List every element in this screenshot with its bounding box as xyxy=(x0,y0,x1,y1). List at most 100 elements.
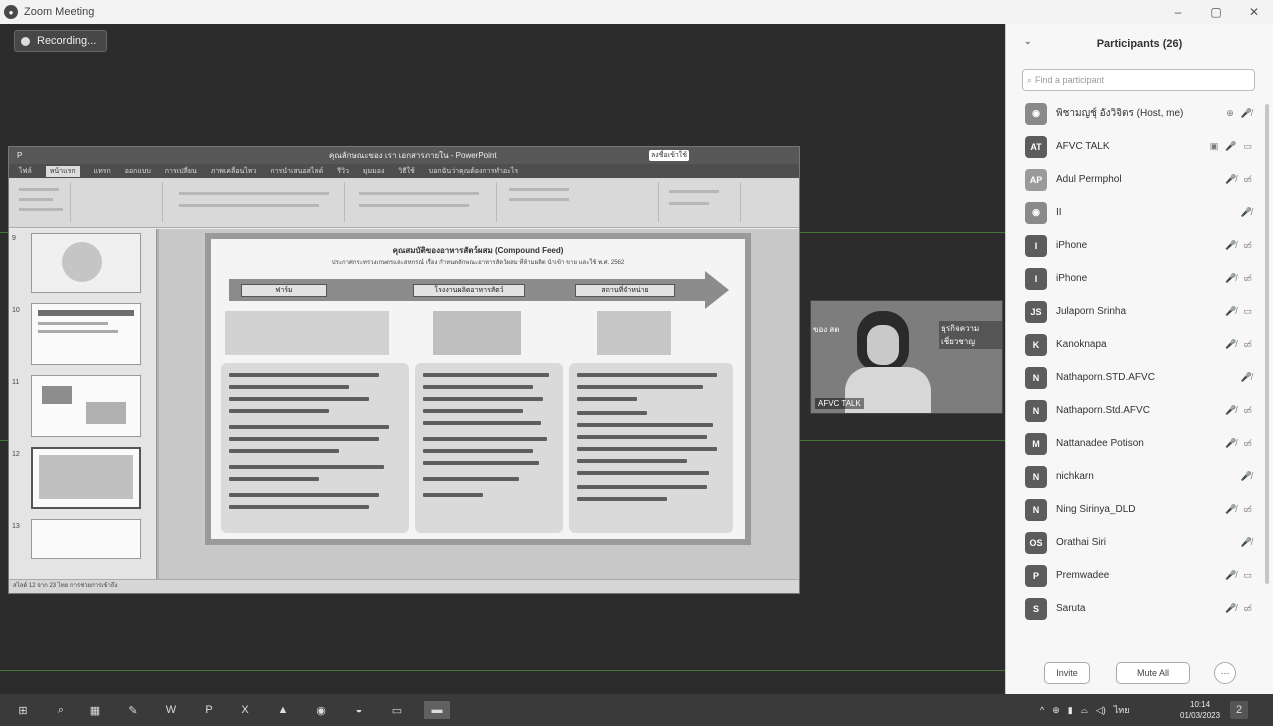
ppt-tab[interactable]: แทรก xyxy=(94,166,111,177)
video-off-icon[interactable]: ▭̸ xyxy=(1243,504,1252,515)
video-off-icon[interactable]: ▭̸ xyxy=(1243,339,1252,350)
mic-muted-icon[interactable]: 🎤̸ xyxy=(1241,108,1252,119)
ppt-tab[interactable]: การนำเสนอสไลด์ xyxy=(270,166,323,177)
participant-row[interactable]: ◉ II 🎤̸ xyxy=(1006,196,1273,229)
ppt-tab[interactable]: วิธีใช้ xyxy=(398,166,414,177)
speaker-video[interactable]: ของ สต ธุรกิจความเชี่ยวชาญ AFVC TALK xyxy=(810,300,1003,414)
slide-thumbnail-selected[interactable] xyxy=(31,447,141,509)
photos-icon[interactable]: ▲ xyxy=(274,701,292,719)
participant-list-scrollbar[interactable] xyxy=(1265,104,1269,584)
mic-muted-icon[interactable]: 🎤̸ xyxy=(1225,273,1236,284)
mic-muted-icon[interactable]: 🎤̸ xyxy=(1225,339,1236,350)
mic-muted-icon[interactable]: 🎤̸ xyxy=(1225,174,1236,185)
start-icon[interactable]: ⊞ xyxy=(14,701,32,719)
ppt-tab[interactable]: มุมมอง xyxy=(363,166,384,177)
ppt-signin-button[interactable]: ลงชื่อเข้าใช้ xyxy=(649,150,689,161)
participant-row[interactable]: AP Adul Permphol 🎤̸ ▭̸ xyxy=(1006,163,1273,196)
participant-row[interactable]: Nnichkarn 🎤̸ xyxy=(1006,460,1273,493)
close-button[interactable]: ✕ xyxy=(1235,0,1273,24)
zoom-icon[interactable]: ▬ xyxy=(424,701,450,719)
powerpoint-icon[interactable]: P xyxy=(200,701,218,719)
participant-search-input[interactable]: ⌕ Find a participant xyxy=(1022,69,1255,91)
volume-icon[interactable]: ◁) xyxy=(1096,705,1106,716)
ppt-tab[interactable]: ออกแบบ xyxy=(125,166,151,177)
video-off-icon[interactable]: ▭̸ xyxy=(1243,603,1252,614)
mic-muted-icon[interactable]: 🎤̸ xyxy=(1241,207,1252,218)
ppt-tab[interactable]: การเปลี่ยน xyxy=(165,166,197,177)
slide-thumbnail[interactable] xyxy=(31,375,141,437)
calculator-icon[interactable]: ▦ xyxy=(86,701,104,719)
host-icon[interactable]: ⊕ xyxy=(1226,108,1234,119)
invite-button[interactable]: Invite xyxy=(1044,662,1090,684)
participant-status-icons: 🎤̸ xyxy=(1241,471,1252,482)
chevron-down-icon[interactable]: ⌄ xyxy=(1024,36,1032,47)
mic-icon[interactable]: 🎤 xyxy=(1225,141,1236,152)
explorer-icon[interactable]: ▭ xyxy=(388,701,406,719)
participant-row[interactable]: K Kanoknapa 🎤̸ ▭̸ xyxy=(1006,328,1273,361)
mic-muted-icon[interactable]: 🎤̸ xyxy=(1225,504,1236,515)
minimize-button[interactable]: – xyxy=(1159,0,1197,24)
video-off-icon[interactable]: ▭̸ xyxy=(1243,405,1252,416)
video-off-icon[interactable]: ▭̸ xyxy=(1243,273,1252,284)
chrome-icon[interactable]: ◉ xyxy=(312,701,330,719)
video-off-icon[interactable]: ▭̸ xyxy=(1243,240,1252,251)
video-icon[interactable]: ▭ xyxy=(1243,570,1252,581)
slide-number: 12 xyxy=(12,451,20,458)
video-off-icon[interactable]: ▭̸ xyxy=(1243,438,1252,449)
participant-row[interactable]: P Premwadee 🎤̸ ▭ xyxy=(1006,559,1273,592)
taskbar-clock[interactable]: 10:14 01/03/2023 xyxy=(1180,699,1220,721)
participants-title: Participants (26) xyxy=(1096,38,1183,50)
participant-row[interactable]: IiPhone 🎤̸ ▭̸ xyxy=(1006,262,1273,295)
screen-share-icon[interactable]: ▣ xyxy=(1210,141,1219,152)
slide-thumbnail[interactable] xyxy=(31,303,141,365)
paint-icon[interactable]: ✎ xyxy=(124,701,142,719)
wifi-icon[interactable]: ⌓ xyxy=(1081,705,1088,716)
participant-row[interactable]: N Nathaporn.STD.AFVC 🎤̸ xyxy=(1006,361,1273,394)
participant-row[interactable]: JS Julaporn Srinha 🎤̸ ▭ xyxy=(1006,295,1273,328)
participant-row[interactable]: N Nathaporn.Std.AFVC 🎤̸ ▭̸ xyxy=(1006,394,1273,427)
mute-all-button[interactable]: Mute All xyxy=(1116,662,1190,684)
participant-row[interactable]: M Nattanadee Potison 🎤̸ ▭̸ xyxy=(1006,427,1273,460)
line-icon[interactable]: ◒ xyxy=(350,701,368,719)
maximize-button[interactable]: ▢ xyxy=(1197,0,1235,24)
shared-screen[interactable]: P คุณลักษณะของ เรา เอกสารภายใน - PowerPo… xyxy=(8,146,800,594)
chevron-up-icon[interactable]: ^ xyxy=(1040,705,1044,715)
ppt-tab[interactable]: รีวิว xyxy=(337,166,349,177)
mic-muted-icon[interactable]: 🎤̸ xyxy=(1225,603,1236,614)
participant-row[interactable]: S Saruta 🎤̸ ▭̸ xyxy=(1006,592,1273,625)
participant-row[interactable]: N Ning Sirinya_DLD 🎤̸ ▭̸ xyxy=(1006,493,1273,526)
mic-muted-icon[interactable]: 🎤̸ xyxy=(1225,570,1236,581)
participant-row[interactable]: IiPhone 🎤̸ ▭̸ xyxy=(1006,229,1273,262)
participant-row[interactable]: AT AFVC TALK ▣ 🎤 ▭ xyxy=(1006,130,1273,163)
video-icon[interactable]: ▭ xyxy=(1243,141,1252,152)
mic-muted-icon[interactable]: 🎤̸ xyxy=(1241,372,1252,383)
ppt-tab[interactable]: ภาพเคลื่อนไหว xyxy=(211,166,257,177)
word-icon[interactable]: W xyxy=(162,701,180,719)
ppt-tell-me[interactable]: บอกฉันว่าคุณต้องการทำอะไร xyxy=(429,166,518,177)
mic-muted-icon[interactable]: 🎤̸ xyxy=(1241,537,1252,548)
search-icon[interactable]: ⌕ xyxy=(52,701,70,719)
slide-thumbnail[interactable] xyxy=(31,519,141,559)
mic-muted-icon[interactable]: 🎤̸ xyxy=(1225,240,1236,251)
ribbon-control xyxy=(509,198,569,201)
notifications-icon[interactable]: 2 xyxy=(1230,701,1248,719)
ppt-tab[interactable]: ไฟล์ xyxy=(19,166,32,177)
participant-row[interactable]: ◉ พิชามญชุ์ อังวิจิตร (Host, me) ⊕ 🎤̸ xyxy=(1006,97,1273,130)
excel-icon[interactable]: X xyxy=(236,701,254,719)
mic-muted-icon[interactable]: 🎤̸ xyxy=(1225,438,1236,449)
mic-muted-icon[interactable]: 🎤̸ xyxy=(1225,306,1236,317)
video-icon[interactable]: ▭ xyxy=(1243,306,1252,317)
network-icon[interactable]: ⊕ xyxy=(1052,705,1060,716)
speaker-face xyxy=(867,325,899,365)
ppt-tab-home[interactable]: หน้าแรก xyxy=(45,165,80,177)
mic-muted-icon[interactable]: 🎤̸ xyxy=(1241,471,1252,482)
battery-icon[interactable]: ▮ xyxy=(1068,705,1073,716)
more-options-button[interactable]: ··· xyxy=(1214,662,1236,684)
video-off-icon[interactable]: ▭̸ xyxy=(1243,174,1252,185)
recording-indicator[interactable]: Recording... xyxy=(14,30,108,52)
input-language[interactable]: ไทย xyxy=(1114,703,1130,717)
slide-thumbnail[interactable] xyxy=(31,233,141,293)
participant-row[interactable]: OS Orathai Siri 🎤̸ xyxy=(1006,526,1273,559)
current-slide[interactable]: คุณสมบัติของอาหารสัตว์ผสม (Compound Feed… xyxy=(205,233,751,545)
mic-muted-icon[interactable]: 🎤̸ xyxy=(1225,405,1236,416)
